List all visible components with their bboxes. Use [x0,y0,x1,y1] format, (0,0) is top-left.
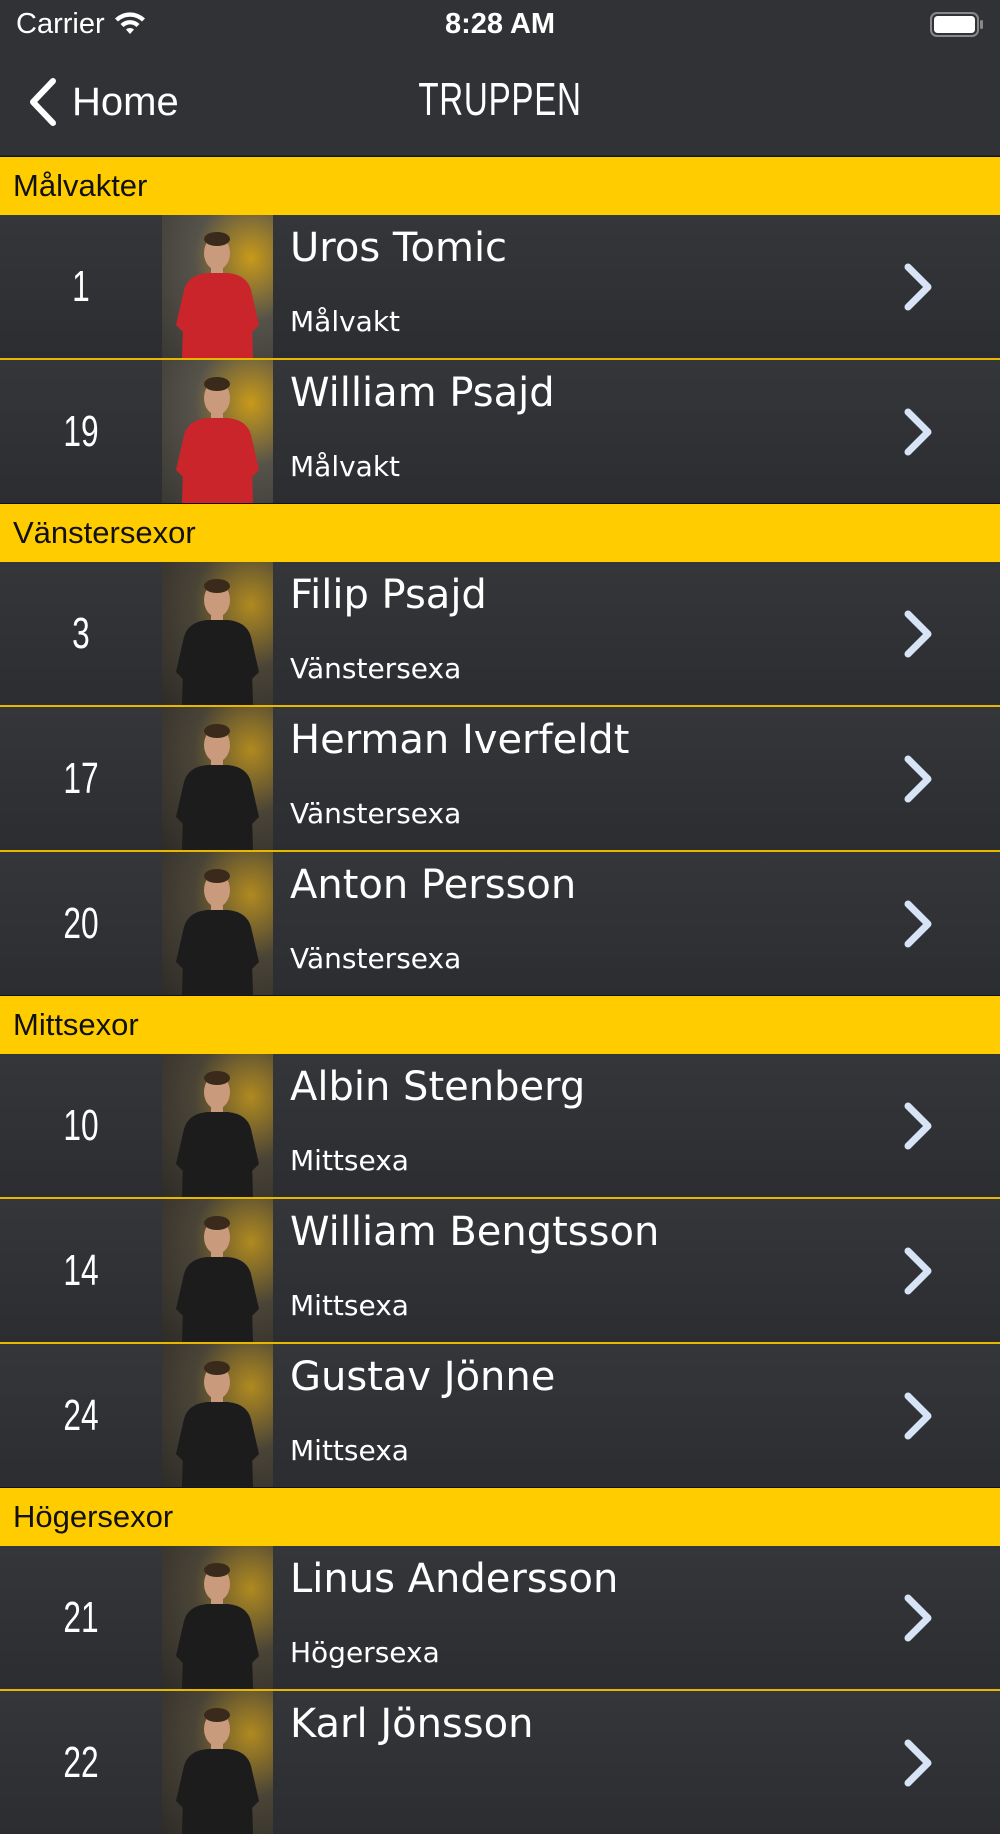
player-position: Mittsexa [290,1434,409,1467]
player-name: Uros Tomic [290,225,508,271]
player-position: Målvakt [290,305,401,338]
jersey-number: 17 [63,753,99,803]
player-name: Linus Andersson [290,1556,619,1602]
player-row[interactable]: 24 Gustav Jönne Mittsexa [0,1344,1000,1487]
player-info: Uros Tomic Målvakt [273,215,1000,358]
section-header: Målvakter [0,156,1000,215]
player-name: Karl Jönsson [290,1701,534,1747]
player-photo [162,562,273,705]
player-row[interactable]: 3 Filip Psajd Vänstersexa [0,562,1000,707]
player-row[interactable]: 10 Albin Stenberg Mittsexa [0,1054,1000,1199]
chevron-right-icon [904,1247,932,1294]
player-position: Vänstersexa [290,652,462,685]
player-info: Herman Iverfeldt Vänstersexa [273,707,1000,850]
player-position: Vänstersexa [290,942,462,975]
navigation-bar: Home TRUPPEN [0,50,1000,156]
player-photo [162,707,273,850]
player-name: Albin Stenberg [290,1064,586,1110]
player-position: Mittsexa [290,1289,409,1322]
jersey-number: 22 [63,1737,99,1787]
chevron-right-icon [904,1392,932,1439]
player-photo [162,1054,273,1197]
player-name: William Bengtsson [290,1209,660,1255]
jersey-number: 3 [72,608,90,658]
player-info: Linus Andersson Högersexa [273,1546,1000,1689]
jersey-number: 19 [63,406,99,456]
player-row[interactable]: 14 William Bengtsson Mittsexa [0,1199,1000,1344]
player-row[interactable]: 20 Anton Persson Vänstersexa [0,852,1000,995]
chevron-right-icon [904,408,932,455]
player-row[interactable]: 1 Uros Tomic Målvakt [0,215,1000,360]
battery-icon [930,12,983,37]
player-name: William Psajd [290,370,555,416]
page-title: TRUPPEN [418,73,582,125]
roster-list: Målvakter 1 Uros Tomic Målvakt 19 William Psa… [0,156,1000,1834]
player-photo [162,360,273,503]
jersey-number: 21 [63,1592,99,1642]
chevron-right-icon [904,263,932,310]
jersey-number: 14 [63,1245,99,1295]
player-position: Målvakt [290,450,401,483]
chevron-left-icon [30,78,56,126]
section-header: Högersexor [0,1487,1000,1546]
player-row[interactable]: 19 William Psajd Målvakt [0,360,1000,503]
player-name: Anton Persson [290,862,577,908]
player-info: Gustav Jönne Mittsexa [273,1344,1000,1487]
jersey-number: 20 [63,898,99,948]
player-row[interactable]: 21 Linus Andersson Högersexa [0,1546,1000,1691]
player-photo [162,852,273,995]
player-name: Filip Psajd [290,572,487,618]
player-info: William Psajd Målvakt [273,360,1000,503]
chevron-right-icon [904,1594,932,1641]
player-photo [162,215,273,358]
jersey-number: 1 [72,261,90,311]
player-position: Mittsexa [290,1144,409,1177]
player-photo [162,1199,273,1342]
chevron-right-icon [904,1739,932,1786]
chevron-right-icon [904,1102,932,1149]
jersey-number: 24 [63,1390,99,1440]
player-info: Karl Jönsson [273,1691,1000,1834]
player-photo [162,1546,273,1689]
player-info: Albin Stenberg Mittsexa [273,1054,1000,1197]
status-bar: Carrier 8:28 AM [0,0,1000,50]
jersey-number: 10 [63,1100,99,1150]
player-name: Herman Iverfeldt [290,717,630,763]
player-position: Högersexa [290,1636,440,1669]
player-row[interactable]: 22 Karl Jönsson [0,1691,1000,1834]
player-photo [162,1344,273,1487]
player-info: William Bengtsson Mittsexa [273,1199,1000,1342]
player-row[interactable]: 17 Herman Iverfeldt Vänstersexa [0,707,1000,852]
chevron-right-icon [904,900,932,947]
player-photo [162,1691,273,1834]
chevron-right-icon [904,610,932,657]
player-info: Anton Persson Vänstersexa [273,852,1000,995]
chevron-right-icon [904,755,932,802]
status-time: 8:28 AM [444,8,556,40]
player-info: Filip Psajd Vänstersexa [273,562,1000,705]
section-header: Vänstersexor [0,503,1000,562]
section-header: Mittsexor [0,995,1000,1054]
player-name: Gustav Jönne [290,1354,556,1400]
player-position: Vänstersexa [290,797,462,830]
